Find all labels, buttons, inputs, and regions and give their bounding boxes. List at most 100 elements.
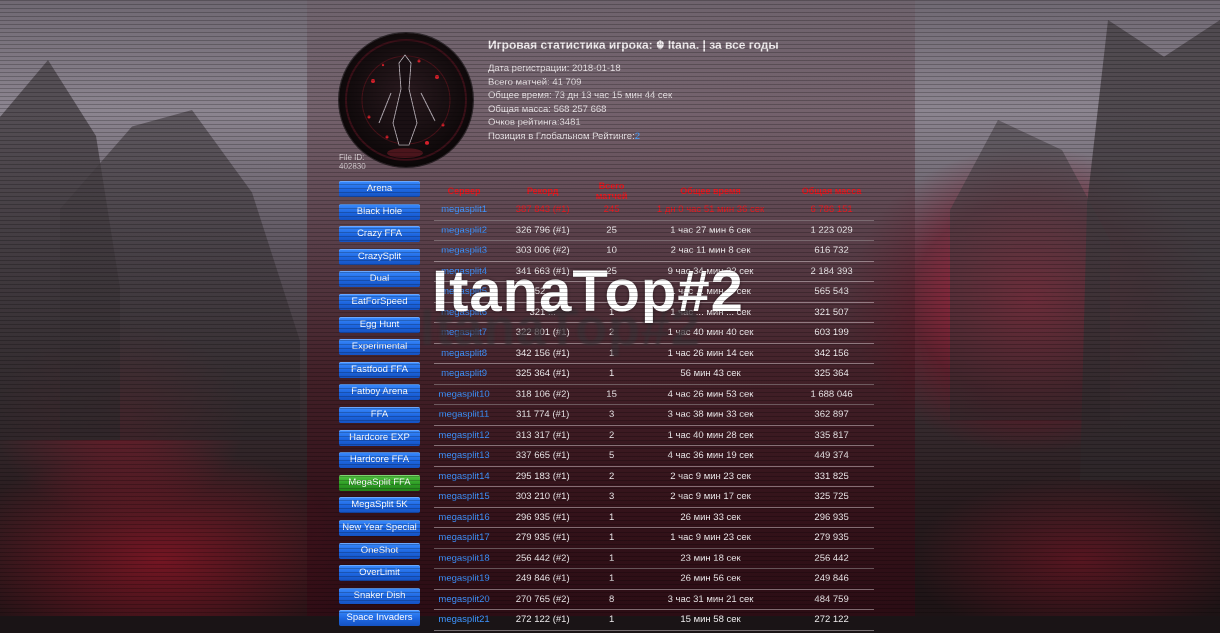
server-link[interactable]: megasplit18 (434, 553, 494, 564)
server-link[interactable]: megasplit15 (434, 491, 494, 502)
mode-button-hardcore-exp[interactable]: Hardcore EXP (339, 429, 420, 446)
time-cell: 4 час 36 мин 19 сек (667, 450, 754, 462)
mode-button-new-year-special[interactable]: New Year Special (339, 519, 420, 536)
server-link[interactable]: megasplit13 (434, 450, 494, 461)
server-link[interactable]: megasplit12 (434, 430, 494, 441)
server-link[interactable]: megasplit14 (434, 471, 494, 482)
mode-button-eatforspeed[interactable]: EatForSpeed (339, 293, 420, 310)
mass-cell: 321 507 (814, 306, 849, 318)
table-row: megasplit11 311 774 (#1) 3 3 час 38 мин 33 … (434, 405, 874, 426)
column-header-matches[interactable]: Всего матчей (591, 181, 632, 201)
mass-cell: 331 825 (814, 470, 849, 482)
server-link[interactable]: megasplit10 (434, 389, 494, 400)
matches-cell: 2 (608, 470, 615, 482)
time-cell: 23 мин 18 сек (680, 552, 741, 564)
server-link[interactable]: megasplit9 (434, 368, 494, 379)
matches-cell: 25 (606, 224, 617, 236)
record-cell: 326 796 (#1) (515, 224, 570, 236)
record-cell: 279 935 (#1) (515, 532, 570, 544)
time-cell: 1 дн 0 час 51 мин 36 сек (656, 204, 765, 216)
mass-cell: 342 156 (814, 347, 849, 359)
mode-button-ffa[interactable]: FFA (339, 406, 420, 423)
mode-button-snaker-dish[interactable]: Snaker Dish (339, 587, 420, 604)
record-cell: 325 364 (#1) (515, 368, 570, 380)
time-cell: 1 час 9 мин 23 сек (670, 532, 751, 544)
time-cell: 2 час 11 мин 8 сек (670, 245, 751, 257)
matches-cell: 5 (608, 450, 615, 462)
file-id-value: 402830 (339, 162, 366, 171)
mass-cell: 1 223 029 (810, 224, 853, 236)
mass-cell: 616 732 (814, 245, 849, 257)
matches-cell: 1 (608, 532, 615, 544)
matches-cell: 1 (608, 511, 615, 523)
mode-button-space-invaders[interactable]: Space Invaders (339, 610, 420, 627)
server-link[interactable]: megasplit19 (434, 573, 494, 584)
record-cell: 311 774 (#1) (516, 409, 570, 421)
mass-cell: 484 759 (814, 593, 849, 605)
global-rank-link[interactable]: 2 (635, 131, 640, 142)
watermark-text: ItanaTop#2 (432, 259, 744, 324)
mass-cell: 2 184 393 (810, 265, 853, 277)
mode-button-fastfood-ffa[interactable]: Fastfood FFA (339, 361, 420, 378)
time-cell: 1 час 27 мин 6 сек (670, 224, 751, 236)
time-cell: 56 мин 43 сек (680, 368, 741, 380)
server-link[interactable]: megasplit20 (434, 594, 494, 605)
table-row: megasplit15 303 210 (#1) 3 2 час 9 мин 17 с… (434, 487, 874, 508)
server-link[interactable]: megasplit3 (434, 245, 494, 256)
file-id-label: File ID: (339, 153, 365, 162)
matches-cell: 245 (603, 204, 620, 216)
mass-cell: 325 364 (814, 368, 849, 380)
column-header-record[interactable]: Рекорд (494, 186, 591, 196)
mode-button-black-hole[interactable]: Black Hole (339, 203, 420, 220)
avatar-artwork (345, 39, 467, 161)
time-cell: 2 час 9 мин 17 сек (670, 491, 751, 503)
mode-button-fatboy-arena[interactable]: Fatboy Arena (339, 384, 420, 401)
mass-cell: 325 725 (814, 491, 849, 503)
mass-cell: 603 199 (814, 327, 849, 339)
matches-cell: 8 (608, 593, 615, 605)
time-cell: 3 час 38 мин 33 сек (667, 409, 754, 421)
table-row: megasplit1 387 843 (#1) 245 1 дн 0 час 51 м… (434, 200, 874, 221)
time-cell: 3 час 31 мин 21 сек (667, 593, 754, 605)
rating-points: Очков рейтинга:3481 (488, 117, 581, 128)
table-row: megasplit13 337 665 (#1) 5 4 час 36 мин 19 … (434, 446, 874, 467)
server-link[interactable]: megasplit1 (434, 204, 494, 215)
mode-button-arena[interactable]: Arena (339, 181, 420, 197)
record-cell: 295 183 (#1) (515, 470, 570, 482)
record-cell: 303 006 (#2) (515, 245, 570, 257)
mode-button-hardcore-ffa[interactable]: Hardcore FFA (339, 452, 420, 469)
server-stats-table: Сервер Рекорд Всего матчей Общее время О… (434, 181, 874, 631)
matches-cell: 1 (608, 368, 615, 380)
mode-button-overlimit[interactable]: OverLimit (339, 565, 420, 582)
mode-button-crazysplit[interactable]: CrazySplit (339, 248, 420, 265)
mass-cell: 335 817 (814, 429, 849, 441)
matches-cell: 3 (608, 491, 615, 503)
server-link[interactable]: megasplit17 (434, 532, 494, 543)
table-row: megasplit16 296 935 (#1) 1 26 мин 33 сек 296… (434, 508, 874, 528)
player-avatar (339, 33, 473, 167)
mass-cell: 362 897 (814, 409, 849, 421)
server-link[interactable]: megasplit2 (434, 225, 494, 236)
mode-button-dual[interactable]: Dual (339, 271, 420, 288)
mass-cell: 565 543 (814, 286, 849, 298)
column-header-mass[interactable]: Общая масса (789, 186, 874, 196)
mass-cell: 1 688 046 (810, 388, 853, 400)
server-link[interactable]: megasplit16 (434, 512, 494, 523)
table-header: Сервер Рекорд Всего матчей Общее время О… (434, 181, 874, 201)
mode-button-crazy-ffa[interactable]: Crazy FFA (339, 226, 420, 243)
mass-cell: 249 846 (814, 573, 849, 585)
mass-cell: 6 786 151 (810, 204, 853, 216)
mode-button-megasplit-5k[interactable]: MegaSplit 5K (339, 497, 420, 514)
record-cell: 387 843 (#1) (515, 204, 570, 216)
server-link[interactable]: megasplit11 (434, 409, 494, 420)
column-header-server[interactable]: Сервер (434, 186, 494, 196)
mode-button-megasplit-ffa[interactable]: MegaSplit FFA (339, 474, 420, 491)
mode-button-experimental[interactable]: Experimental (339, 339, 420, 356)
mode-button-oneshot[interactable]: OneShot (339, 542, 420, 559)
mode-button-egg-hunt[interactable]: Egg Hunt (339, 316, 420, 333)
column-header-time[interactable]: Общее время (632, 186, 789, 196)
matches-cell: 15 (606, 388, 617, 400)
table-row: megasplit2 326 796 (#1) 25 1 час 27 мин 6 с… (434, 221, 874, 241)
page-title: Игровая статистика игрока: ☬ Itana. | за… (488, 38, 779, 52)
total-time: Общее время: 73 дн 13 час 15 мин 44 сек (488, 90, 673, 101)
